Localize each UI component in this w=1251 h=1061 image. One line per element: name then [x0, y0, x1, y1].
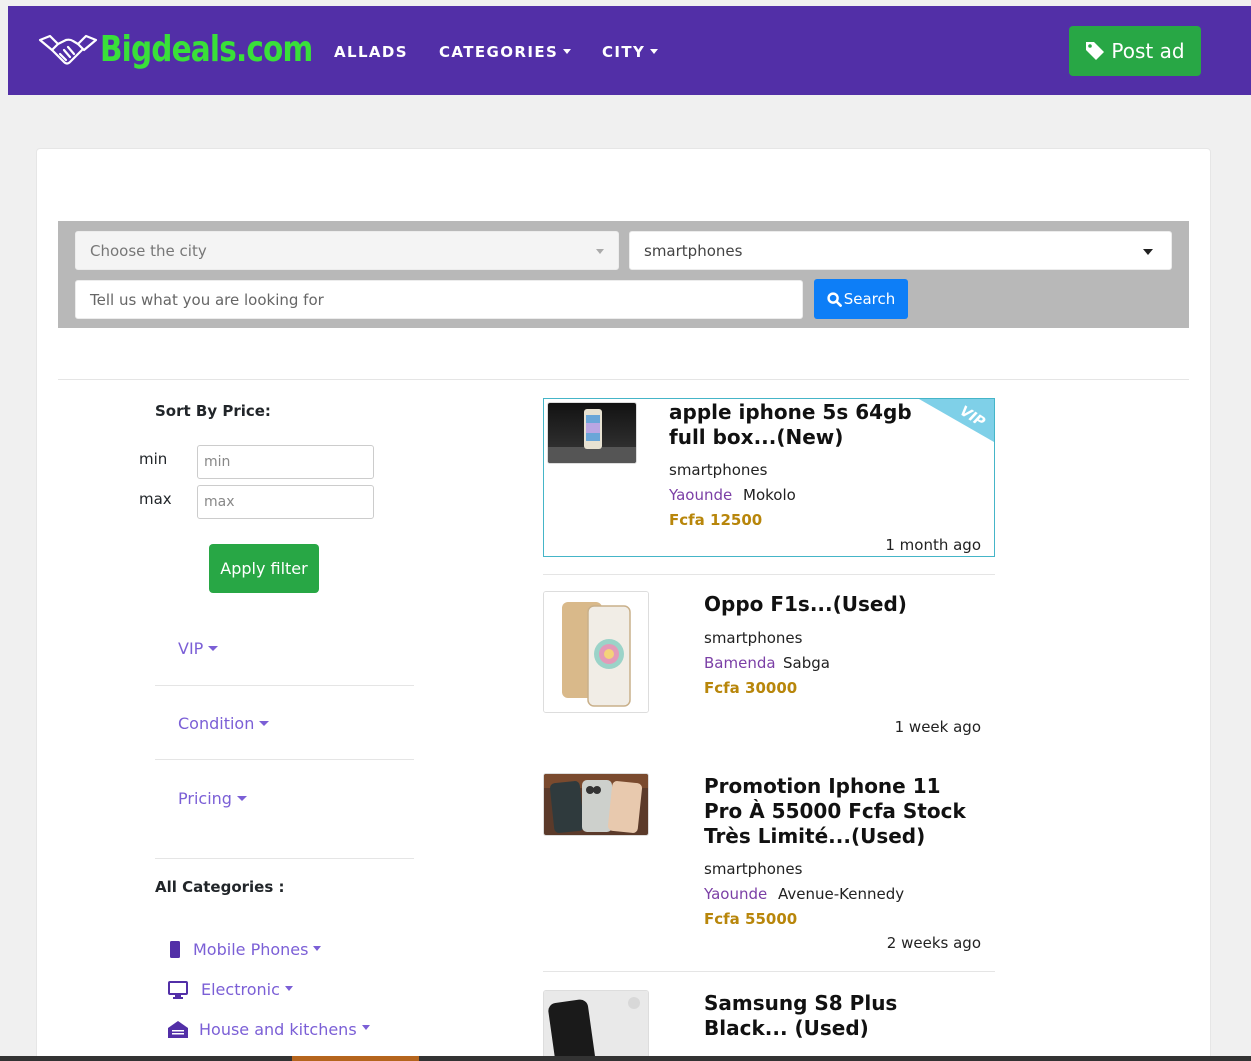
- filter-vip-dropdown[interactable]: VIP: [178, 639, 219, 658]
- chevron-down-icon: [284, 985, 293, 991]
- divider: [155, 759, 414, 760]
- listing-area: Mokolo: [743, 486, 796, 504]
- listing-title[interactable]: Promotion Iphone 11 Pro À 55000 Fcfa Sto…: [704, 774, 984, 849]
- listing-title[interactable]: Samsung S8 Plus Black... (Used): [704, 991, 984, 1041]
- apply-filter-button[interactable]: Apply filter: [209, 544, 319, 593]
- listing-city[interactable]: Yaounde: [704, 885, 767, 903]
- vip-ribbon: VIP: [919, 399, 994, 442]
- search-button[interactable]: Search: [814, 279, 908, 319]
- filter-pricing-dropdown[interactable]: Pricing: [178, 789, 247, 808]
- nav-allads[interactable]: ALLADS: [334, 43, 408, 61]
- listing-city[interactable]: Bamenda: [704, 654, 776, 672]
- listing-city[interactable]: Yaounde: [669, 486, 732, 504]
- max-price-input[interactable]: max: [197, 485, 374, 519]
- listing-title[interactable]: apple iphone 5s 64gb full box...(New): [669, 400, 919, 450]
- divider: [543, 574, 995, 575]
- chevron-down-icon: [313, 945, 322, 951]
- min-price-input[interactable]: min: [197, 445, 374, 479]
- listing-category: smartphones: [704, 629, 803, 647]
- listing-category: smartphones: [704, 860, 803, 878]
- post-ad-button[interactable]: Post ad: [1069, 26, 1201, 76]
- listing-category: smartphones: [669, 461, 768, 479]
- monitor-icon: [168, 980, 188, 999]
- listing-title[interactable]: Oppo F1s...(Used): [704, 592, 984, 617]
- listing-image[interactable]: [543, 773, 649, 836]
- brand-logo[interactable]: Bigdeals.com: [38, 26, 359, 74]
- category-electronic[interactable]: Electronic: [167, 980, 293, 999]
- listing-image[interactable]: [543, 591, 649, 713]
- divider: [155, 858, 414, 859]
- listing-time: 1 month ago: [885, 536, 981, 554]
- mobile-phone-icon: [170, 940, 180, 958]
- divider: [58, 379, 1189, 380]
- all-categories-title: All Categories :: [155, 878, 285, 896]
- category-mobile-phones[interactable]: Mobile Phones: [167, 940, 322, 959]
- sort-by-price-title: Sort By Price:: [155, 402, 271, 420]
- listing-area: Avenue-Kennedy: [778, 885, 905, 903]
- nav-city-dropdown[interactable]: CITY: [602, 43, 659, 61]
- listing-time: 1 week ago: [894, 718, 981, 736]
- search-icon: [827, 291, 842, 307]
- chevron-down-icon: [208, 645, 219, 651]
- chevron-down-icon: [236, 795, 247, 801]
- tag-icon: [1086, 42, 1105, 60]
- filter-condition-dropdown[interactable]: Condition: [178, 714, 270, 733]
- chevron-down-icon: [563, 48, 572, 54]
- divider: [155, 685, 414, 686]
- listing-price: Fcfa 12500: [669, 511, 763, 529]
- house-icon: [168, 1021, 188, 1038]
- bottom-bar: [0, 1056, 1251, 1061]
- listing-price: Fcfa 55000: [704, 910, 798, 928]
- listing-image[interactable]: [547, 402, 637, 464]
- search-input[interactable]: Tell us what you are looking for: [75, 280, 803, 319]
- category-select[interactable]: smartphones: [629, 231, 1172, 270]
- category-house-kitchens[interactable]: House and kitchens: [167, 1019, 370, 1039]
- min-label: min: [139, 450, 168, 468]
- listing-image[interactable]: [543, 990, 649, 1061]
- chevron-down-icon: [650, 48, 659, 54]
- listing-time: 2 weeks ago: [886, 934, 981, 952]
- brand-name: Bigdeals.com: [100, 29, 313, 70]
- chevron-down-icon: [596, 249, 604, 254]
- max-label: max: [139, 490, 172, 508]
- nav-categories-dropdown[interactable]: CATEGORIES: [439, 43, 572, 61]
- handshake-icon: [38, 34, 98, 65]
- chevron-down-icon: [259, 720, 270, 726]
- city-select[interactable]: Choose the city: [75, 231, 619, 270]
- chevron-down-icon: [1143, 249, 1153, 255]
- listing-area: Sabga: [783, 654, 830, 672]
- divider: [543, 971, 995, 972]
- listing-price: Fcfa 30000: [704, 679, 798, 697]
- top-navbar: Bigdeals.com ALLADS CATEGORIES CITY Post…: [8, 6, 1251, 95]
- chevron-down-icon: [361, 1025, 370, 1030]
